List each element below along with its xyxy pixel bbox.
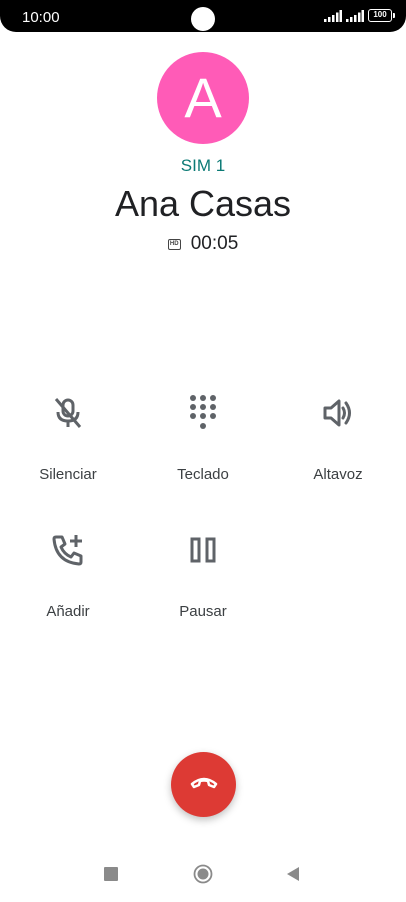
back-button[interactable]	[278, 858, 308, 894]
add-call-label: Añadir	[46, 603, 90, 620]
status-bar: 10:00 100	[0, 0, 406, 32]
recents-icon	[104, 866, 118, 886]
navigation-bar	[0, 858, 406, 894]
home-icon	[193, 864, 213, 889]
contact-avatar: A	[157, 52, 249, 144]
dialpad-icon	[135, 393, 271, 433]
status-icons: 100	[324, 9, 395, 22]
contact-name: Ana Casas	[114, 183, 292, 224]
mic-off-icon	[0, 393, 136, 433]
home-button[interactable]	[188, 858, 218, 894]
mute-button[interactable]: Silenciar	[0, 393, 136, 483]
keypad-label: Teclado	[177, 466, 229, 483]
status-time: 10:00	[22, 9, 60, 26]
signal-icon	[324, 9, 342, 22]
add-call-button[interactable]: Añadir	[0, 530, 136, 620]
hold-button[interactable]: Pausar	[135, 530, 271, 620]
hang-up-icon	[190, 775, 218, 794]
call-status: HD 00:05	[0, 233, 406, 255]
sim-label: SIM 1	[180, 156, 226, 175]
camera-cutout	[191, 7, 215, 31]
hd-voice-icon: HD	[167, 238, 181, 250]
back-icon	[286, 866, 300, 886]
mute-label: Silenciar	[39, 466, 97, 483]
recents-button[interactable]	[96, 858, 126, 894]
end-call-button[interactable]	[171, 752, 236, 817]
speaker-label: Altavoz	[313, 466, 363, 483]
add-call-icon	[0, 530, 136, 570]
pause-icon	[135, 530, 271, 570]
battery-icon: 100	[368, 9, 395, 22]
hold-label: Pausar	[179, 603, 227, 620]
speaker-icon	[270, 393, 406, 433]
call-duration: 00:05	[190, 233, 239, 254]
keypad-button[interactable]: Teclado	[135, 393, 271, 483]
signal-icon	[346, 9, 364, 22]
speaker-button[interactable]: Altavoz	[270, 393, 406, 483]
